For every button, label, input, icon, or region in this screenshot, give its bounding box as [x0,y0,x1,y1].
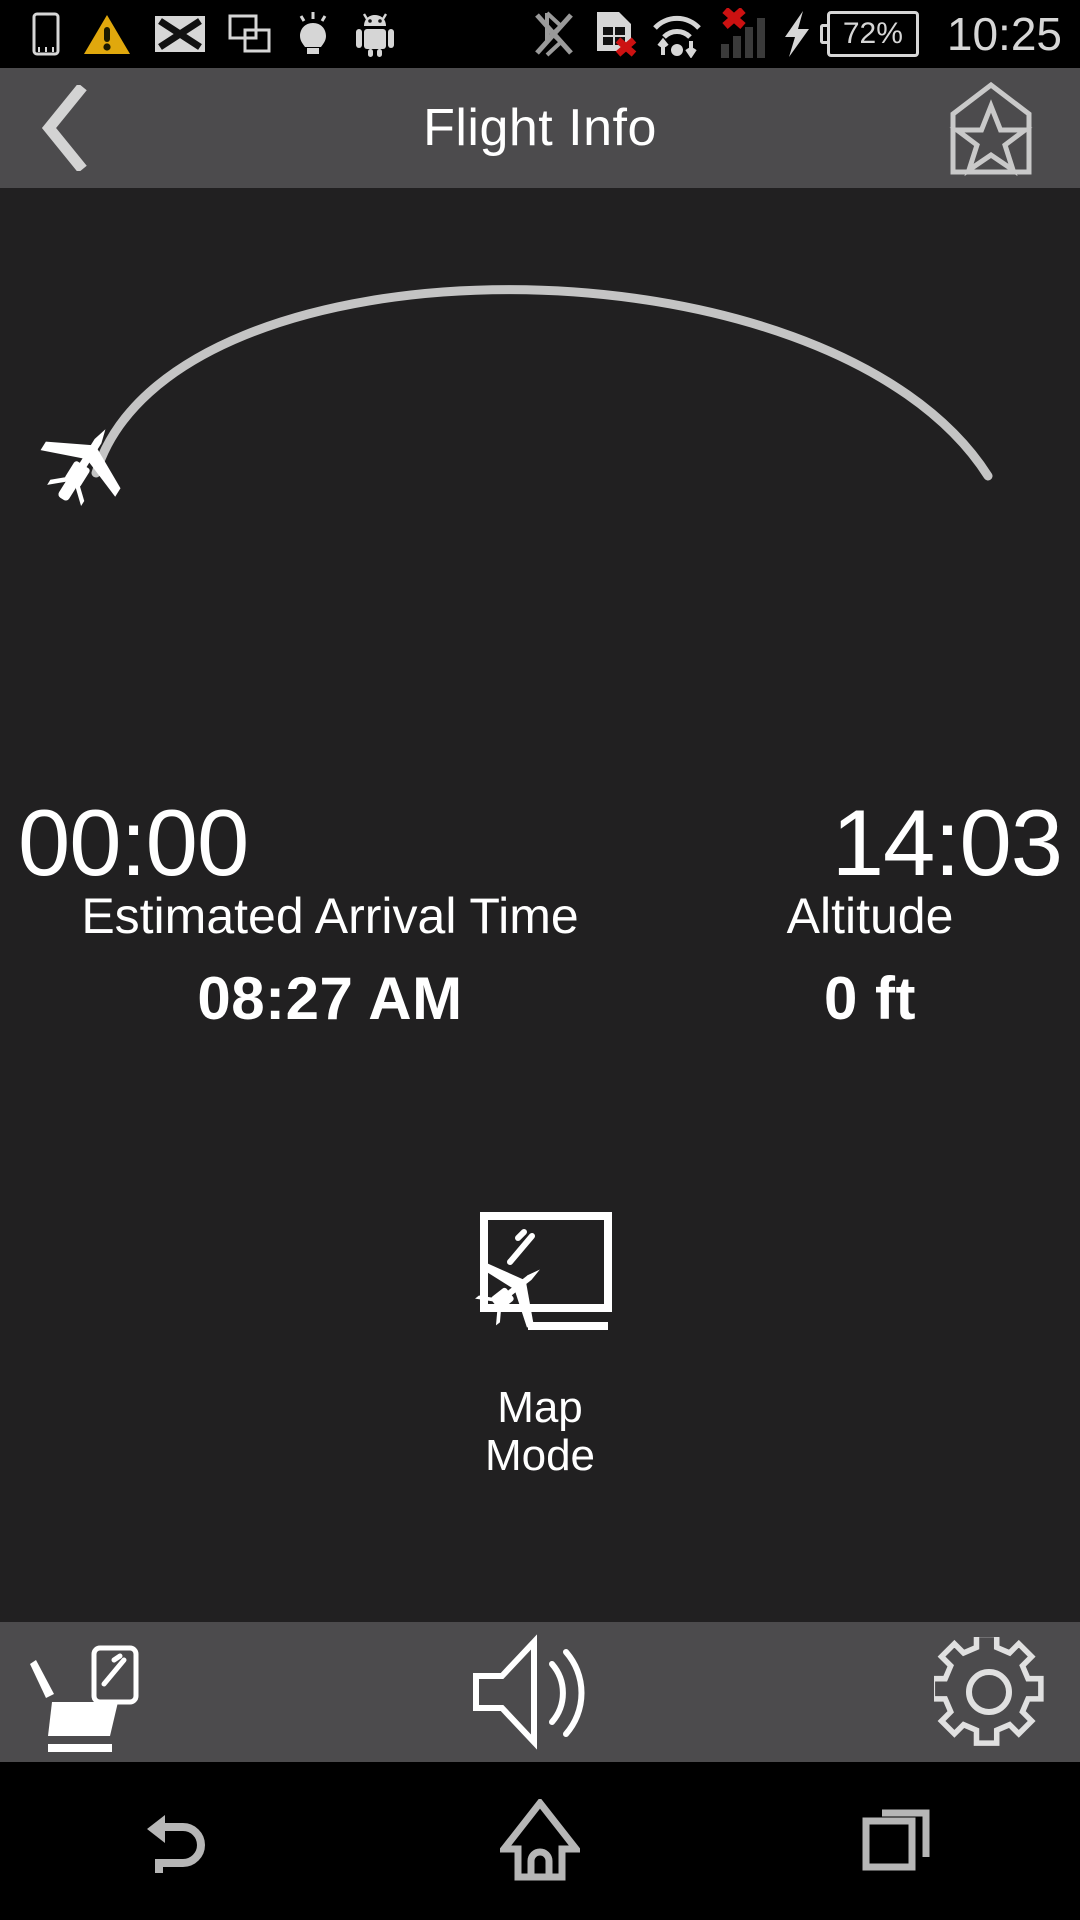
map-mode-button[interactable]: Map Mode [0,1208,1080,1481]
mail-cancel-icon [155,16,205,52]
altitude-label: Altitude [786,888,954,944]
altitude-stat: Altitude 0 ft [660,888,1080,1033]
flight-path-chart [0,188,1080,608]
map-mode-label-line1: Map [497,1383,583,1432]
volume-button[interactable] [363,1622,704,1762]
map-mode-label-line2: Mode [484,1431,596,1481]
battery-percent-label: 72% [842,17,903,50]
page-title: Flight Info [423,99,657,157]
signal-error-icon [720,8,765,58]
seat-screen-icon [30,1645,139,1752]
back-button[interactable] [0,68,130,188]
flight-arc-line [91,285,993,481]
screen-mirror-icon [228,14,271,53]
elapsed-time-label: 00:00 [18,790,249,895]
charging-bolt-icon [784,11,809,57]
map-mode-screen-icon [475,1212,612,1330]
bottom-toolbar [0,1622,1080,1762]
nav-recents-icon [862,1809,930,1871]
flight-arc-svg [40,285,993,507]
total-time-label: 14:03 [831,790,1063,895]
eta-value: 08:27 AM [197,964,463,1032]
app-header: Flight Info [0,68,1080,188]
android-status-bar: 72% 10:25 [0,0,1080,68]
status-bar-left-icons [32,11,396,57]
eta-stat: Estimated Arrival Time 08:27 AM [0,888,660,1033]
warning-icon [84,15,130,54]
main-content: 00:00 14:03 Estimated Arrival Time 08:27… [0,188,1080,1622]
seat-screen-button[interactable] [0,1622,363,1762]
status-bar-clock: 10:25 [946,8,1062,60]
android-navigation-bar [0,1762,1080,1920]
chevron-left-icon [41,85,87,171]
flight-time-labels: 00:00 14:03 [0,796,1080,890]
nav-home-button[interactable] [360,1762,720,1920]
sim-card-error-icon [596,12,637,57]
altitude-value: 0 ft [824,964,916,1032]
nav-recents-button[interactable] [720,1762,1080,1920]
favorite-button[interactable] [936,68,1046,188]
nav-back-button[interactable] [0,1762,360,1920]
eta-label: Estimated Arrival Time [81,888,579,944]
nav-home-icon [500,1799,580,1881]
map-mode-label: Map Mode [484,1383,596,1481]
status-bar-right-icons: 72% 10:25 [531,8,1062,60]
gear-icon [934,1637,1044,1746]
battery-body: 72% [826,11,919,57]
map-mode-icon-wrap [450,1208,630,1340]
favorite-badge-star-icon [949,81,1033,176]
settings-button[interactable] [703,1622,1080,1762]
flight-stats: Estimated Arrival Time 08:27 AM Altitude… [0,888,1080,1033]
bluetooth-off-icon [535,11,573,57]
battery-nub [819,24,827,44]
android-icon [356,13,394,57]
volume-icon [473,1634,585,1750]
battery-icon: 72% [819,11,919,57]
lightbulb-icon [299,12,327,54]
nav-back-icon [147,1815,205,1873]
wifi-data-icon [653,15,701,58]
flight-info-screen: 72% 10:25 Flight Info 00:00 14:03 Estima… [0,0,1080,1920]
device-icon [32,12,60,56]
